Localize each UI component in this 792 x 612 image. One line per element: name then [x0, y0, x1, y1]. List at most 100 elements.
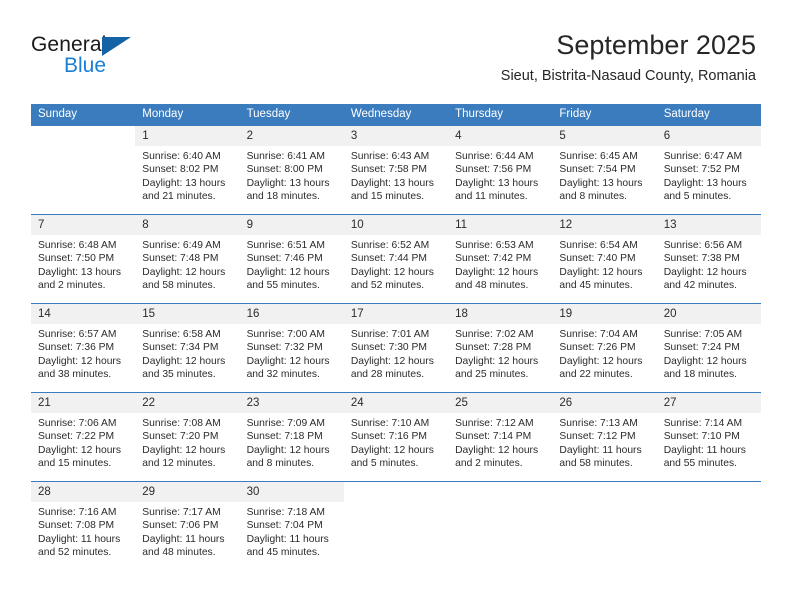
calendar-day-cell[interactable]: 21 Sunrise: 7:06 AM Sunset: 7:22 PM Dayligh…: [31, 392, 136, 482]
daylight-text-line2: and 45 minutes.: [559, 280, 633, 292]
day-number: 10: [343, 215, 449, 235]
day-info: Sunrise: 7:09 AM Sunset: 7:18 PM Daylight:…: [240, 413, 344, 471]
calendar-day-cell[interactable]: 22 Sunrise: 7:08 AM Sunset: 7:20 PM Dayligh…: [135, 392, 240, 482]
day-number: 2: [239, 126, 344, 146]
calendar-day-cell[interactable]: 7 Sunrise: 6:48 AM Sunset: 7:50 PM Daylight…: [31, 214, 136, 304]
day-info: Sunrise: 7:08 AM Sunset: 7:20 PM Daylight:…: [135, 413, 239, 471]
day-info: Sunrise: 7:13 AM Sunset: 7:12 PM Daylight:…: [552, 413, 656, 471]
calendar-day-cell[interactable]: 8 Sunrise: 6:49 AM Sunset: 7:48 PM Daylight…: [135, 214, 240, 304]
calendar-day-cell[interactable]: 3 Sunrise: 6:43 AM Sunset: 7:58 PM Daylight…: [343, 126, 449, 215]
calendar-day-cell[interactable]: 30 Sunrise: 7:18 AM Sunset: 7:04 PM Dayligh…: [239, 481, 344, 570]
calendar-day-cell[interactable]: 20 Sunrise: 7:05 AM Sunset: 7:24 PM Dayligh…: [656, 303, 761, 393]
day-info: Sunrise: 7:10 AM Sunset: 7:16 PM Daylight:…: [344, 413, 448, 471]
sunrise-text: Sunrise: 7:05 AM: [663, 329, 743, 340]
day-number: 27: [656, 393, 761, 413]
daylight-text-line1: Daylight: 13 hours: [559, 177, 643, 189]
sunset-text: Sunset: 7:50 PM: [38, 253, 115, 265]
calendar-day-cell[interactable]: 4 Sunrise: 6:44 AM Sunset: 7:56 PM Daylight…: [448, 126, 553, 215]
calendar-day-cell[interactable]: 18 Sunrise: 7:02 AM Sunset: 7:28 PM Dayligh…: [448, 303, 553, 393]
calendar-day-cell[interactable]: 16 Sunrise: 7:00 AM Sunset: 7:32 PM Dayligh…: [239, 303, 344, 393]
daylight-text-line2: and 2 minutes.: [38, 280, 106, 292]
daylight-text-line1: Daylight: 12 hours: [142, 444, 226, 456]
sunrise-text: Sunrise: 6:40 AM: [142, 151, 221, 162]
weekday-header-friday: Friday: [552, 104, 657, 126]
weekday-header-monday: Monday: [135, 104, 240, 126]
title-block: September 2025 Sieut, Bistrita-Nasaud Co…: [501, 28, 756, 85]
daylight-text-line1: Daylight: 12 hours: [455, 355, 539, 367]
calendar-day-cell[interactable]: 10 Sunrise: 6:52 AM Sunset: 7:44 PM Dayligh…: [343, 214, 449, 304]
daylight-text-line2: and 52 minutes.: [350, 280, 425, 292]
sunrise-text: Sunrise: 7:09 AM: [246, 418, 325, 429]
day-number: 26: [552, 393, 657, 413]
sunset-text: Sunset: 7:46 PM: [246, 253, 323, 265]
calendar-day-cell[interactable]: 14 Sunrise: 6:57 AM Sunset: 7:36 PM Dayligh…: [31, 303, 136, 393]
day-info: Sunrise: 6:47 AM Sunset: 7:52 PM Daylight:…: [657, 146, 761, 204]
day-number: 16: [239, 304, 344, 324]
daylight-text-line2: and 5 minutes.: [663, 191, 732, 203]
calendar-day-cell[interactable]: 15 Sunrise: 6:58 AM Sunset: 7:34 PM Dayligh…: [135, 303, 240, 393]
day-number: 29: [135, 482, 240, 502]
calendar-day-cell[interactable]: 25 Sunrise: 7:12 AM Sunset: 7:14 PM Dayligh…: [448, 392, 553, 482]
day-info: Sunrise: 7:06 AM Sunset: 7:22 PM Daylight:…: [31, 413, 135, 471]
calendar-page: General Blue September 2025 Sieut, Bistr…: [0, 0, 792, 612]
day-info: Sunrise: 6:51 AM Sunset: 7:46 PM Daylight:…: [240, 235, 344, 293]
calendar-day-cell[interactable]: 28 Sunrise: 7:16 AM Sunset: 7:08 PM Dayligh…: [31, 481, 136, 570]
day-info: Sunrise: 7:14 AM Sunset: 7:10 PM Daylight:…: [657, 413, 761, 471]
weekday-header-saturday: Saturday: [656, 104, 761, 126]
sunrise-text: Sunrise: 7:17 AM: [142, 507, 221, 518]
day-info: Sunrise: 6:57 AM Sunset: 7:36 PM Daylight:…: [31, 324, 135, 382]
day-info: Sunrise: 6:49 AM Sunset: 7:48 PM Daylight:…: [135, 235, 239, 293]
sunrise-text: Sunrise: 7:00 AM: [246, 329, 325, 340]
sunrise-text: Sunrise: 7:16 AM: [38, 507, 117, 518]
page-header: General Blue September 2025 Sieut, Bistr…: [0, 0, 792, 100]
calendar-day-cell[interactable]: 5 Sunrise: 6:45 AM Sunset: 7:54 PM Daylight…: [552, 126, 657, 215]
daylight-text-line2: and 35 minutes.: [142, 369, 216, 381]
day-info: Sunrise: 7:05 AM Sunset: 7:24 PM Daylight:…: [657, 324, 761, 382]
day-number: 6: [656, 126, 761, 146]
calendar-day-cell[interactable]: 23 Sunrise: 7:09 AM Sunset: 7:18 PM Dayligh…: [239, 392, 344, 482]
day-number: 30: [239, 482, 344, 502]
sunset-text: Sunset: 7:18 PM: [246, 431, 323, 443]
calendar-day-cell[interactable]: 12 Sunrise: 6:54 AM Sunset: 7:40 PM Dayligh…: [552, 214, 657, 304]
day-info: Sunrise: 7:17 AM Sunset: 7:06 PM Daylight:…: [135, 502, 239, 560]
sunset-text: Sunset: 7:34 PM: [142, 342, 219, 354]
weekday-header-sunday: Sunday: [31, 104, 136, 126]
day-number: 5: [552, 126, 657, 146]
sunset-text: Sunset: 7:04 PM: [246, 520, 323, 532]
calendar-day-cell[interactable]: 2 Sunrise: 6:41 AM Sunset: 8:00 PM Daylight…: [239, 126, 344, 215]
daylight-text-line1: Daylight: 11 hours: [559, 444, 642, 456]
calendar-day-cell-empty: [343, 481, 449, 570]
daylight-text-line2: and 48 minutes.: [142, 547, 216, 559]
sunset-text: Sunset: 7:22 PM: [38, 431, 115, 443]
calendar-day-cell[interactable]: 27 Sunrise: 7:14 AM Sunset: 7:10 PM Dayligh…: [656, 392, 761, 482]
calendar-day-cell[interactable]: 29 Sunrise: 7:17 AM Sunset: 7:06 PM Dayligh…: [135, 481, 240, 570]
sunrise-text: Sunrise: 6:54 AM: [559, 240, 638, 251]
day-info: Sunrise: 6:44 AM Sunset: 7:56 PM Daylight:…: [448, 146, 552, 204]
calendar-day-cell[interactable]: 24 Sunrise: 7:10 AM Sunset: 7:16 PM Dayligh…: [343, 392, 449, 482]
daylight-text-line2: and 15 minutes.: [38, 458, 112, 470]
day-number: 1: [135, 126, 240, 146]
calendar-day-cell[interactable]: 19 Sunrise: 7:04 AM Sunset: 7:26 PM Dayligh…: [552, 303, 657, 393]
day-info: Sunrise: 6:41 AM Sunset: 8:00 PM Daylight:…: [240, 146, 344, 204]
calendar-week-row: 7 Sunrise: 6:48 AM Sunset: 7:50 PM Daylight…: [31, 214, 761, 304]
daylight-text-line1: Daylight: 12 hours: [559, 266, 643, 278]
day-number: 8: [135, 215, 240, 235]
daylight-text-line1: Daylight: 13 hours: [455, 177, 539, 189]
day-info: Sunrise: 6:45 AM Sunset: 7:54 PM Daylight:…: [552, 146, 656, 204]
daylight-text-line2: and 5 minutes.: [350, 458, 419, 470]
daylight-text-line2: and 22 minutes.: [559, 369, 633, 381]
calendar-day-cell[interactable]: 1 Sunrise: 6:40 AM Sunset: 8:02 PM Daylight…: [135, 126, 240, 215]
calendar-day-cell[interactable]: 17 Sunrise: 7:01 AM Sunset: 7:30 PM Dayligh…: [343, 303, 449, 393]
calendar-table: Sunday Monday Tuesday Wednesday Thursday…: [31, 104, 761, 570]
day-number: 3: [343, 126, 449, 146]
day-info: Sunrise: 7:16 AM Sunset: 7:08 PM Daylight:…: [31, 502, 135, 560]
calendar-day-cell[interactable]: 9 Sunrise: 6:51 AM Sunset: 7:46 PM Daylight…: [239, 214, 344, 304]
sunset-text: Sunset: 7:42 PM: [455, 253, 532, 265]
brand-logo[interactable]: General Blue: [31, 33, 211, 83]
calendar-day-cell[interactable]: 13 Sunrise: 6:56 AM Sunset: 7:38 PM Dayligh…: [656, 214, 761, 304]
calendar-day-cell[interactable]: 6 Sunrise: 6:47 AM Sunset: 7:52 PM Daylight…: [656, 126, 761, 215]
day-info: Sunrise: 7:01 AM Sunset: 7:30 PM Daylight:…: [344, 324, 448, 382]
calendar-day-cell-empty: [656, 481, 761, 570]
calendar-day-cell[interactable]: 11 Sunrise: 6:53 AM Sunset: 7:42 PM Dayligh…: [448, 214, 553, 304]
calendar-day-cell[interactable]: 26 Sunrise: 7:13 AM Sunset: 7:12 PM Dayligh…: [552, 392, 657, 482]
